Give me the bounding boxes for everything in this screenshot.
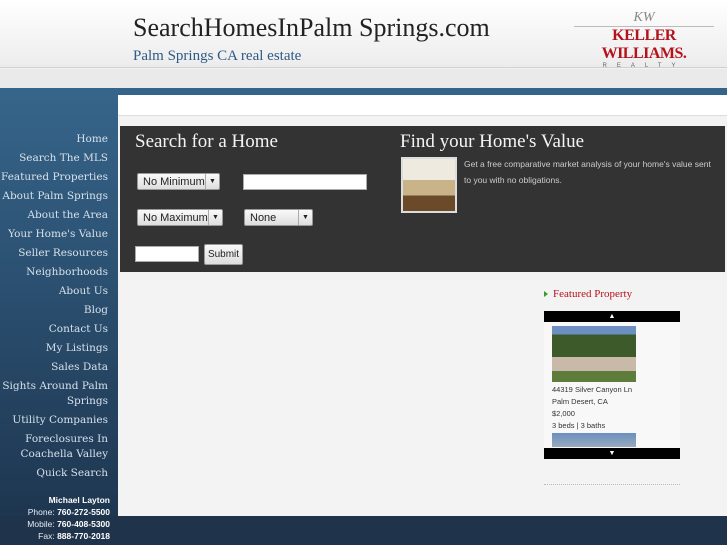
beds-select[interactable]: None ▼ [244, 209, 313, 226]
phone: 760-272-5500 [57, 507, 110, 517]
sidebar-item-blog[interactable]: Blog [0, 303, 108, 318]
property-image-next[interactable] [552, 433, 636, 447]
min-price-select[interactable]: No Minimum ▼ [137, 173, 220, 190]
property-address[interactable]: 44319 Silver Canyon Ln [552, 384, 632, 396]
location-input[interactable] [243, 174, 367, 190]
zip-input[interactable] [135, 246, 199, 262]
value-description: Get a free comparative market analysis o… [464, 159, 711, 185]
header: SearchHomesInPalm Springs.com Palm Sprin… [0, 0, 727, 69]
main-content: Search for a Home No Minimum ▼ No Maximum… [118, 95, 727, 516]
logo-brand: KELLER WILLIAMS. [574, 26, 714, 63]
home-value-image[interactable] [401, 157, 457, 213]
sidebar-item-search-the-mls[interactable]: Search The MLS [0, 151, 108, 166]
min-price-value: No Minimum [143, 176, 205, 188]
chevron-down-icon: ▼ [205, 174, 219, 189]
agent-name: Michael Layton [48, 495, 110, 505]
mobile: 760-408-5300 [57, 519, 110, 529]
search-title: Search for a Home [135, 131, 278, 152]
property-details: 3 beds | 3 baths [552, 421, 606, 430]
property-city: Palm Desert, CA [552, 397, 608, 406]
sidebar-item-about-palm-springs[interactable]: About Palm Springs [0, 189, 108, 204]
max-price-value: No Maximum [143, 212, 208, 224]
carousel-down-button[interactable]: ▼ [544, 448, 680, 459]
sidebar-item-featured-properties[interactable]: Featured Properties [0, 170, 108, 185]
sidebar-item-utility-companies[interactable]: Utility Companies [0, 413, 108, 428]
mobile-label: Mobile: [27, 519, 55, 529]
sidebar-item-your-home-s-value[interactable]: Your Home's Value [0, 227, 108, 242]
sidebar: Home Search The MLS Featured Properties Abo… [0, 88, 118, 541]
keller-williams-logo: KW KELLER WILLIAMS. REALTY [574, 10, 714, 69]
fax-label: Fax: [38, 531, 55, 541]
divider [544, 484, 680, 485]
value-title[interactable]: Find your Home's Value [400, 131, 584, 153]
chevron-down-icon: ▼ [298, 210, 312, 225]
featured-title: Featured Property [544, 288, 684, 300]
sidebar-item-foreclosures-in-coachella-valley[interactable]: Foreclosures In Coachella Valley [0, 432, 108, 462]
tagline: Palm Springs CA real estate [133, 48, 302, 64]
sidebar-item-about-the-area[interactable]: About the Area [0, 208, 108, 223]
sidebar-nav: Home Search The MLS Featured Properties Abo… [0, 132, 108, 485]
sidebar-item-neighborhoods[interactable]: Neighborhoods [0, 265, 108, 280]
header-band [0, 69, 727, 88]
submit-button[interactable]: Submit [204, 244, 243, 265]
sidebar-item-contact-us[interactable]: Contact Us [0, 322, 108, 337]
site-title[interactable]: SearchHomesInPalm Springs.com [133, 13, 490, 43]
kw-monogram: KW [633, 10, 655, 25]
fax: 888-770-2018 [57, 531, 110, 541]
sidebar-item-about-us[interactable]: About Us [0, 284, 108, 299]
property-carousel: ▲ 44319 Silver Canyon Ln Palm Desert, CA… [544, 311, 680, 459]
sidebar-item-home[interactable]: Home [0, 132, 108, 147]
sidebar-item-sales-data[interactable]: Sales Data [0, 360, 108, 375]
sidebar-item-quick-search[interactable]: Quick Search [0, 466, 108, 481]
property-info: 44319 Silver Canyon Ln Palm Desert, CA $… [552, 384, 632, 432]
featured-property: Featured Property ▲ 44319 Silver Canyon … [544, 288, 684, 459]
top-strip [118, 95, 727, 116]
property-image[interactable] [552, 326, 636, 382]
sidebar-item-my-listings[interactable]: My Listings [0, 341, 108, 356]
property-price: $2,000 [552, 409, 575, 418]
max-price-select[interactable]: No Maximum ▼ [137, 209, 223, 226]
sidebar-item-seller-resources[interactable]: Seller Resources [0, 246, 108, 261]
phone-label: Phone: [27, 507, 55, 517]
chevron-down-icon: ▼ [208, 210, 222, 225]
beds-value: None [250, 212, 277, 224]
contact-info: Michael Layton Phone: 760-272-5500 Mobil… [27, 494, 110, 542]
search-panel: Search for a Home No Minimum ▼ No Maximum… [120, 126, 725, 272]
carousel-up-button[interactable]: ▲ [544, 311, 680, 322]
sidebar-item-sights-around-palm-springs[interactable]: Sights Around Palm Springs [0, 379, 108, 409]
